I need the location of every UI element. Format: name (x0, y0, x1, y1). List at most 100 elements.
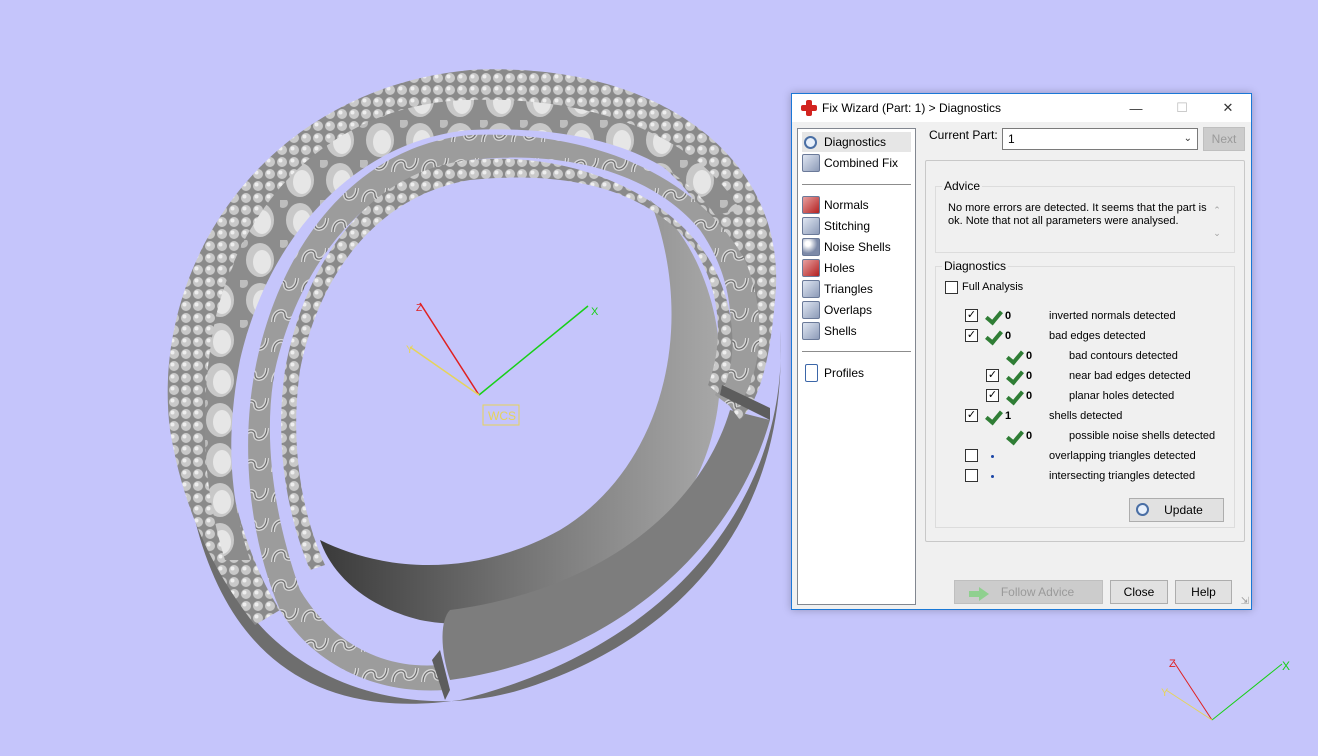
update-label: Update (1164, 503, 1203, 517)
maximize-button[interactable]: ☐ (1159, 94, 1205, 122)
holes-icon (802, 259, 820, 277)
diagnostics-legend: Diagnostics (942, 259, 1009, 273)
checkmark-icon (984, 408, 1000, 424)
advice-group: Advice No more errors are detected. It s… (935, 179, 1235, 253)
stitching-icon (802, 217, 820, 235)
diagnostic-checkbox[interactable] (965, 469, 978, 482)
chevron-down-icon: ⌄ (1183, 133, 1192, 144)
pending-dot-icon (991, 475, 994, 478)
diagnostic-count: 0 (1026, 390, 1033, 402)
diagnostic-checkbox[interactable]: ✓ (986, 389, 999, 402)
minimize-button[interactable]: — (1113, 94, 1159, 122)
nav-label: Normals (824, 198, 869, 212)
diagnostic-label: bad edges detected (1049, 330, 1146, 342)
checkmark-icon (984, 328, 1000, 344)
diagnostic-label: planar holes detected (1069, 390, 1175, 402)
next-button[interactable]: Next (1203, 127, 1245, 151)
nav-item-triangles[interactable]: Triangles (802, 279, 911, 299)
overlaps-icon (802, 301, 820, 319)
title-bar[interactable]: Fix Wizard (Part: 1) > Diagnostics — ☐ ✕ (792, 94, 1251, 122)
diagnostic-count: 0 (1005, 330, 1012, 342)
wcs-axis-z-label: Z (416, 303, 422, 314)
full-analysis-checkbox[interactable] (945, 281, 958, 294)
nav-label: Shells (824, 324, 857, 338)
dialog-title: Fix Wizard (Part: 1) > Diagnostics (822, 101, 1002, 115)
triangles-icon (802, 280, 820, 298)
nav-item-diagnostics[interactable]: Diagnostics (802, 132, 911, 152)
wcs-axis-y-label: Y (406, 344, 414, 356)
nav-item-noise-shells[interactable]: Noise Shells (802, 237, 911, 257)
fix-wizard-dialog[interactable]: Fix Wizard (Part: 1) > Diagnostics — ☐ ✕… (791, 93, 1252, 610)
diagnostic-label: shells detected (1049, 410, 1123, 422)
diagnostic-count: 0 (1005, 310, 1012, 322)
document-icon (805, 364, 818, 382)
scroll-down-icon[interactable]: ⌄ (1210, 222, 1224, 245)
diagnostic-checkbox[interactable]: ✓ (965, 309, 978, 322)
triad-axis-z-label: Z (1169, 658, 1176, 670)
checkmark-icon (1005, 388, 1021, 404)
diagnostic-checkbox[interactable]: ✓ (965, 329, 978, 342)
nav-item-stitching[interactable]: Stitching (802, 216, 911, 236)
nav-item-holes[interactable]: Holes (802, 258, 911, 278)
normals-icon (802, 196, 820, 214)
follow-advice-label: Follow Advice (1000, 585, 1075, 599)
advice-scrollbar[interactable]: ⌃ ⌄ (1210, 199, 1224, 245)
help-button[interactable]: Help (1175, 580, 1232, 604)
nav-label: Diagnostics (824, 135, 887, 149)
nav-item-normals[interactable]: Normals (802, 195, 911, 215)
diagnostic-count: 0 (1026, 430, 1033, 442)
nav-item-profiles[interactable]: Profiles (802, 363, 911, 383)
nav-label: Combined Fix (824, 156, 899, 170)
scroll-up-icon[interactable]: ⌃ (1210, 199, 1224, 222)
shells-icon (802, 322, 820, 340)
diagnostics-group: Diagnostics Full Analysis ✓ 0 inverted nor… (935, 259, 1235, 528)
nav-item-overlaps[interactable]: Overlaps (802, 300, 911, 320)
current-part-value: 1 (1008, 132, 1015, 146)
triad-axis-x-label: X (1282, 659, 1290, 673)
nav-label: Stitching (824, 219, 871, 233)
magnifier-icon (804, 135, 817, 149)
nav-label: Profiles (824, 366, 865, 380)
update-button[interactable]: Update (1129, 498, 1224, 522)
nav-divider (802, 351, 911, 352)
wcs-axis-x-label: X (591, 306, 599, 318)
app-cross-icon (801, 100, 817, 116)
current-part-select[interactable]: 1 ⌄ (1002, 128, 1198, 150)
nav-item-combined-fix[interactable]: Combined Fix (802, 153, 911, 173)
checkmark-icon (1005, 428, 1021, 444)
triad-axis-y-label: Y (1161, 687, 1169, 699)
nav-label: Holes (824, 261, 855, 275)
diagnostic-label: possible noise shells detected (1069, 430, 1216, 442)
diagnostic-label: overlapping triangles detected (1049, 450, 1196, 462)
advice-text: No more errors are detected. It seems th… (948, 202, 1207, 227)
diagnostic-checkbox[interactable]: ✓ (965, 409, 978, 422)
checkmark-icon (1005, 368, 1021, 384)
resize-grip-icon[interactable]: ⇲ (1241, 596, 1249, 607)
nav-item-shells[interactable]: Shells (802, 321, 911, 341)
close-button[interactable]: Close (1110, 580, 1168, 604)
cube-icon (802, 154, 820, 172)
close-window-button[interactable]: ✕ (1205, 94, 1251, 122)
wcs-label: WCS (488, 409, 516, 423)
current-part-label: Current Part: (929, 128, 998, 142)
diagnostic-count: 0 (1026, 350, 1033, 362)
pending-dot-icon (991, 455, 994, 458)
wizard-nav-panel: Diagnostics Combined Fix Normals Stitchi… (797, 128, 916, 605)
follow-advice-button[interactable]: Follow Advice (954, 580, 1103, 604)
diagnostic-label: bad contours detected (1069, 350, 1178, 362)
nav-label: Overlaps (824, 303, 873, 317)
noise-shells-icon (802, 238, 820, 256)
orientation-triad: Z X Y (1161, 658, 1290, 721)
checkmark-icon (1005, 348, 1021, 364)
nav-label: Triangles (824, 282, 873, 296)
diagnostic-label: inverted normals detected (1049, 310, 1176, 322)
checkmark-icon (984, 308, 1000, 324)
diagnostic-count: 0 (1026, 370, 1033, 382)
nav-label: Noise Shells (824, 240, 891, 254)
diagnostic-checkbox[interactable] (965, 449, 978, 462)
nav-divider (802, 184, 911, 185)
diagnostic-checkbox[interactable]: ✓ (986, 369, 999, 382)
advice-legend: Advice (942, 179, 983, 193)
full-analysis-label: Full Analysis (962, 281, 1024, 293)
diagnostic-count: 1 (1005, 410, 1012, 422)
